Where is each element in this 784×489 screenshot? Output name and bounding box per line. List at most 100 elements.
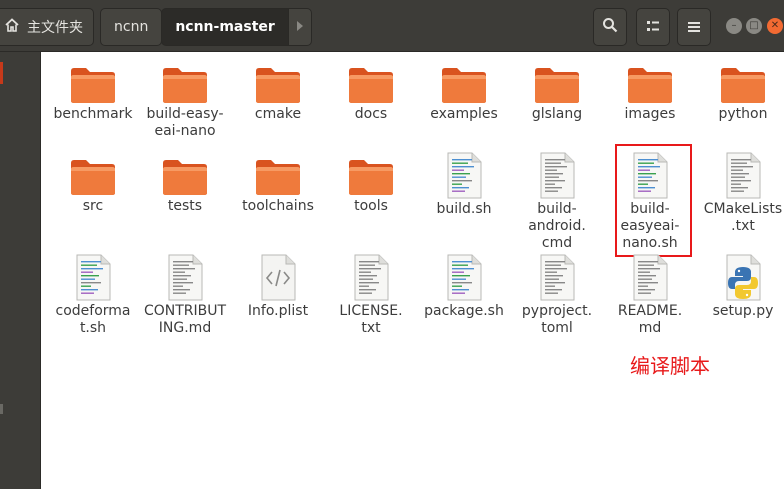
file-label: glslang [531, 106, 583, 122]
file-item-info-plist[interactable]: Info.plist [228, 254, 328, 340]
file-item-cmakelists-txt[interactable]: CMakeLists .txt [693, 152, 784, 238]
file-item-python[interactable]: python [693, 66, 784, 146]
file-label: build-easy- eai-nano [146, 106, 224, 139]
folder-icon [255, 158, 301, 196]
folder-icon [720, 66, 766, 104]
breadcrumb-home-label: 主文件夹 [27, 20, 83, 36]
file-label: cmake [254, 106, 302, 122]
breadcrumb-item-ncnn-master[interactable]: ncnn-master [161, 8, 289, 46]
folder-icon [534, 66, 580, 104]
shell-script-icon [446, 152, 482, 199]
folder-icon [441, 66, 487, 104]
file-label: images [624, 106, 676, 122]
close-button[interactable]: ✕ [767, 18, 783, 34]
maximize-icon: □ [749, 20, 759, 31]
file-label: build- easyeai- nano.sh [620, 201, 680, 251]
file-item-src[interactable]: src [43, 158, 143, 238]
file-label: pyproject. toml [521, 303, 593, 336]
folder-icon [70, 158, 116, 196]
file-item-pyproject-toml[interactable]: pyproject. toml [507, 254, 607, 340]
view-toggle-button[interactable] [636, 8, 670, 46]
maximize-button[interactable]: □ [746, 18, 762, 34]
file-grid: 编译脚本 benchmark build-easy- eai-nano cmak… [41, 52, 784, 489]
file-label: tools [354, 198, 388, 214]
breadcrumb-item-ncnn[interactable]: ncnn [100, 8, 163, 46]
file-label: package.sh [424, 303, 504, 319]
folder-icon [70, 66, 116, 104]
file-item-build-android-cmd[interactable]: build- android. cmd [507, 152, 607, 251]
text-file-icon [725, 152, 761, 199]
search-button[interactable] [593, 8, 627, 46]
close-icon: ✕ [770, 20, 780, 31]
annotation-label: 编译脚本 [630, 354, 710, 378]
folder-icon [162, 66, 208, 104]
breadcrumb-item-label: ncnn [114, 19, 149, 35]
text-file-icon [539, 152, 575, 199]
text-file-icon [167, 254, 203, 301]
file-item-images[interactable]: images [600, 66, 700, 146]
sidebar-item[interactable] [0, 404, 3, 414]
file-label: codeforma t.sh [55, 303, 131, 336]
xml-file-icon [260, 254, 296, 301]
hamburger-menu-icon [688, 18, 700, 37]
file-item-build-easy-eai-nano[interactable]: build-easy- eai-nano [135, 66, 235, 146]
minimize-button[interactable]: – [726, 18, 742, 34]
shell-script-icon [446, 254, 482, 301]
text-file-icon [632, 254, 668, 301]
file-item-benchmark[interactable]: benchmark [43, 66, 143, 146]
file-label: docs [354, 106, 388, 122]
text-file-icon [353, 254, 389, 301]
folder-icon [627, 66, 673, 104]
file-item-readme-md[interactable]: README. md [600, 254, 700, 340]
file-label: examples [430, 106, 498, 122]
file-item-build-easyeai-nano-sh[interactable]: build- easyeai- nano.sh [600, 152, 700, 251]
file-label: tests [167, 198, 203, 214]
minimize-icon: – [731, 20, 737, 31]
file-label: benchmark [53, 106, 133, 122]
search-icon [602, 17, 618, 37]
shell-script-icon [632, 152, 668, 199]
folder-icon [348, 158, 394, 196]
home-icon [4, 17, 20, 37]
file-label: Info.plist [247, 303, 309, 319]
file-item-cmake[interactable]: cmake [228, 66, 328, 146]
breadcrumb: 主文件夹 ncnn ncnn-master [0, 8, 312, 46]
file-label: build.sh [436, 201, 492, 217]
file-item-build-sh[interactable]: build.sh [414, 152, 514, 238]
breadcrumb-home[interactable]: 主文件夹 [0, 8, 94, 46]
file-label: python [718, 106, 768, 122]
file-item-tools[interactable]: tools [321, 158, 421, 238]
file-label: build- android. cmd [528, 201, 586, 251]
file-item-license-txt[interactable]: LICENSE. txt [321, 254, 421, 340]
file-label: LICENSE. txt [339, 303, 403, 336]
python-file-icon [725, 254, 761, 301]
chevron-right-icon [296, 19, 304, 35]
file-item-contributing-md[interactable]: CONTRIBUT ING.md [135, 254, 235, 340]
folder-icon [255, 66, 301, 104]
file-item-package-sh[interactable]: package.sh [414, 254, 514, 340]
sidebar [0, 52, 41, 489]
file-item-docs[interactable]: docs [321, 66, 421, 146]
file-label: CMakeLists .txt [703, 201, 783, 234]
file-label: toolchains [242, 198, 314, 214]
file-label: CONTRIBUT ING.md [143, 303, 227, 336]
menu-button[interactable] [677, 8, 711, 46]
sidebar-item-active-indicator[interactable] [0, 62, 3, 84]
list-view-icon [646, 18, 660, 37]
file-item-codeformat-sh[interactable]: codeforma t.sh [43, 254, 143, 340]
shell-script-icon [75, 254, 111, 301]
file-item-tests[interactable]: tests [135, 158, 235, 238]
file-item-toolchains[interactable]: toolchains [228, 158, 328, 238]
file-label: setup.py [712, 303, 774, 319]
file-item-setup-py[interactable]: setup.py [693, 254, 784, 340]
file-label: README. md [617, 303, 683, 336]
breadcrumb-item-label: ncnn-master [175, 19, 275, 35]
text-file-icon [539, 254, 575, 301]
folder-icon [162, 158, 208, 196]
file-label: src [82, 198, 104, 214]
file-item-examples[interactable]: examples [414, 66, 514, 146]
file-item-glslang[interactable]: glslang [507, 66, 607, 146]
header-bar: 主文件夹 ncnn ncnn-master – □ ✕ [0, 0, 784, 52]
breadcrumb-forward-button[interactable] [287, 8, 312, 46]
folder-icon [348, 66, 394, 104]
